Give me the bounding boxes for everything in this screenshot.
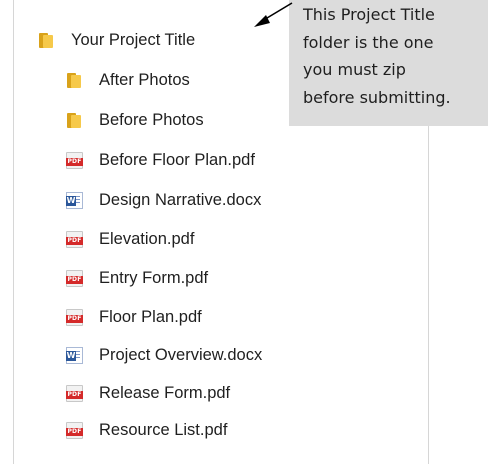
file-label: Before Floor Plan.pdf: [99, 150, 255, 169]
file-row-resource-list[interactable]: PDF Resource List.pdf: [66, 415, 227, 445]
word-document-icon: W: [66, 346, 83, 364]
callout-line: you must zip: [303, 60, 406, 79]
file-label: Release Form.pdf: [99, 383, 231, 402]
pdf-file-icon: PDF: [66, 308, 83, 326]
file-row-elevation[interactable]: PDF Elevation.pdf: [66, 224, 194, 254]
folder-icon: [66, 112, 83, 129]
pdf-file-icon: PDF: [66, 421, 83, 439]
file-row-before-floor-plan[interactable]: PDF Before Floor Plan.pdf: [66, 145, 255, 175]
file-label: Floor Plan.pdf: [99, 307, 202, 326]
file-label: Design Narrative.docx: [99, 190, 262, 209]
callout-line: folder is the one: [303, 32, 434, 52]
pdf-file-icon: PDF: [66, 269, 83, 287]
callout-line: before submitting.: [303, 87, 451, 107]
callout-line: This Project Title: [303, 5, 435, 24]
root-folder-row[interactable]: Your Project Title: [38, 25, 195, 55]
annotation-callout: This Project Title folder is the one you…: [289, 0, 488, 126]
root-folder-label: Your Project Title: [71, 30, 196, 49]
file-row-release-form[interactable]: PDF Release Form.pdf: [66, 378, 230, 408]
folder-icon: [66, 72, 83, 89]
pdf-file-icon: PDF: [66, 151, 83, 169]
word-document-icon: W: [66, 191, 83, 209]
file-row-design-narrative[interactable]: W Design Narrative.docx: [66, 185, 261, 215]
file-label: Elevation.pdf: [99, 229, 195, 248]
file-row-entry-form[interactable]: PDF Entry Form.pdf: [66, 263, 208, 293]
folder-icon: [38, 32, 55, 49]
folder-label: After Photos: [99, 70, 190, 89]
folder-row-before-photos[interactable]: Before Photos: [66, 105, 204, 135]
pdf-file-icon: PDF: [66, 230, 83, 248]
pdf-file-icon: PDF: [66, 384, 83, 402]
folder-label: Before Photos: [99, 110, 204, 129]
file-label: Project Overview.docx: [99, 345, 263, 364]
folder-row-after-photos[interactable]: After Photos: [66, 65, 190, 95]
file-row-floor-plan[interactable]: PDF Floor Plan.pdf: [66, 302, 202, 332]
file-label: Resource List.pdf: [99, 420, 228, 439]
file-row-project-overview[interactable]: W Project Overview.docx: [66, 340, 262, 370]
file-label: Entry Form.pdf: [99, 268, 209, 287]
